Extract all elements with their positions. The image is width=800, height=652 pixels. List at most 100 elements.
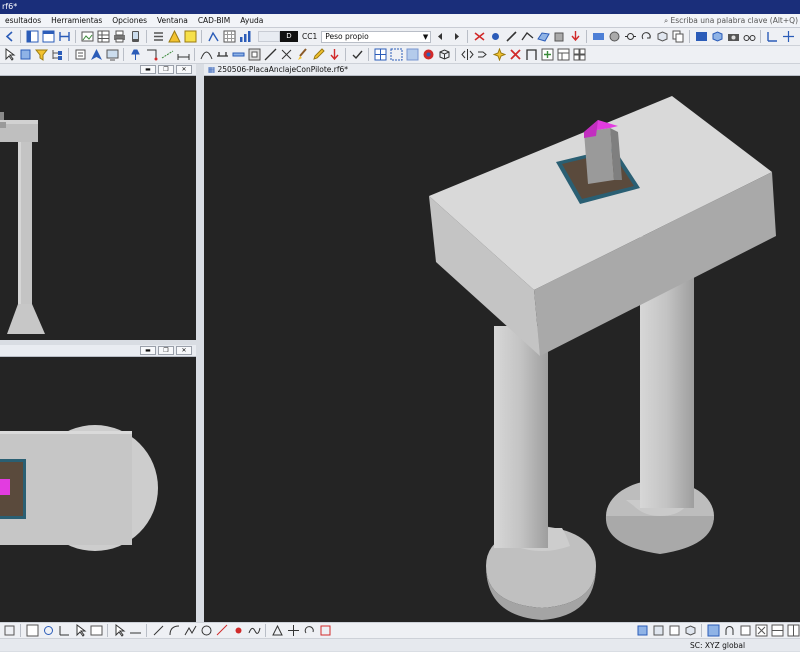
selection-box-icon[interactable] [389, 48, 403, 62]
printer-icon[interactable] [112, 30, 126, 44]
display-icon[interactable] [105, 48, 119, 62]
view-pane-top[interactable]: ▬ ❐ ✕ [0, 345, 196, 622]
beam-icon[interactable] [231, 48, 245, 62]
restore-button[interactable]: ❐ [158, 65, 174, 74]
merge-icon[interactable] [476, 48, 490, 62]
check-icon[interactable] [350, 48, 364, 62]
grid-toggle-icon[interactable] [706, 624, 720, 638]
explode-icon[interactable] [492, 48, 506, 62]
minimize-button[interactable]: ▬ [140, 346, 156, 355]
cursor-icon[interactable] [73, 624, 87, 638]
select-arrow-icon[interactable] [112, 624, 126, 638]
list-icon[interactable] [151, 30, 165, 44]
restore-button[interactable]: ❐ [158, 346, 174, 355]
close-button[interactable]: ✕ [176, 65, 192, 74]
solid-icon[interactable] [552, 30, 566, 44]
table-icon[interactable] [96, 30, 110, 44]
node-icon[interactable] [488, 30, 502, 44]
dimensions-icon[interactable] [176, 48, 190, 62]
down-arrow-icon[interactable] [327, 48, 341, 62]
menu-ventana[interactable]: Ventana [152, 14, 193, 28]
circle-icon[interactable] [199, 624, 213, 638]
render-icon[interactable] [694, 30, 708, 44]
calculate-icon[interactable] [206, 30, 220, 44]
view-triangle-icon[interactable] [270, 624, 284, 638]
viewport-front[interactable] [0, 76, 196, 340]
tree-icon[interactable] [50, 48, 64, 62]
viewport-3d[interactable] [204, 76, 800, 622]
window-tile-icon[interactable] [572, 48, 586, 62]
dimension-icon[interactable] [57, 30, 71, 44]
select-icon[interactable] [2, 48, 16, 62]
ortho-icon[interactable] [57, 624, 71, 638]
node-add-icon[interactable] [231, 624, 245, 638]
menu-opciones[interactable]: Opciones [107, 14, 152, 28]
arrows-icon[interactable] [781, 30, 795, 44]
menu-resultados[interactable]: esultados [0, 14, 46, 28]
curve-icon[interactable] [199, 48, 213, 62]
view-front-icon[interactable] [635, 624, 649, 638]
results-icon[interactable] [238, 30, 252, 44]
arrow-left-icon[interactable] [2, 30, 16, 44]
member-set-icon[interactable] [215, 48, 229, 62]
view-3d-icon[interactable] [655, 30, 669, 44]
image-icon[interactable] [80, 30, 94, 44]
previous-case-icon[interactable] [433, 30, 447, 44]
polyline-icon[interactable] [183, 624, 197, 638]
opening-icon[interactable] [247, 48, 261, 62]
mesh-icon[interactable] [373, 48, 387, 62]
mirror-icon[interactable] [460, 48, 474, 62]
menu-cad-bim[interactable]: CAD-BIM [193, 14, 235, 28]
view-iso-icon[interactable] [683, 624, 697, 638]
search-input[interactable]: ⌕ Escriba una palabra clave (Alt+Q) [664, 15, 798, 27]
cube-icon[interactable] [710, 30, 724, 44]
move-icon[interactable] [286, 624, 300, 638]
layout-icon[interactable] [556, 48, 570, 62]
viewport-top[interactable] [0, 357, 196, 622]
load-case-name-dropdown[interactable]: Peso propio ▼ [321, 30, 432, 43]
view-top-icon[interactable] [667, 624, 681, 638]
load-icon[interactable] [568, 30, 582, 44]
brush-icon[interactable] [295, 48, 309, 62]
add-icon[interactable] [540, 48, 554, 62]
surface-icon[interactable] [536, 30, 550, 44]
copy-icon[interactable] [671, 30, 685, 44]
device-icon[interactable] [128, 30, 142, 44]
menu-ayuda[interactable]: Ayuda [235, 14, 268, 28]
navigator-icon[interactable] [89, 48, 103, 62]
pane-splitter[interactable] [196, 64, 204, 622]
filter-icon[interactable] [34, 48, 48, 62]
material-icon[interactable] [607, 30, 621, 44]
camera-icon[interactable] [726, 30, 740, 44]
pencil-icon[interactable] [311, 48, 325, 62]
wireframe-icon[interactable] [437, 48, 451, 62]
guide-icon[interactable] [160, 48, 174, 62]
panel-left-icon[interactable] [25, 30, 39, 44]
diagonal-icon[interactable] [263, 48, 277, 62]
snap-grid-icon[interactable] [2, 624, 16, 638]
stiffener-icon[interactable] [279, 48, 293, 62]
pin-icon[interactable] [128, 48, 142, 62]
menu-herramientas[interactable]: Herramientas [46, 14, 107, 28]
snap-toggle-icon[interactable] [722, 624, 736, 638]
window-icon[interactable] [738, 624, 752, 638]
rotate-icon[interactable] [302, 624, 316, 638]
scale-icon[interactable] [318, 624, 332, 638]
split-icon[interactable] [786, 624, 800, 638]
section-icon[interactable] [591, 30, 605, 44]
view-pane-3d[interactable]: ▦ 250506-PlacaAnclajeConPilote.rf6* [204, 64, 800, 622]
layout-icon[interactable] [770, 624, 784, 638]
dimension-icon[interactable] [128, 624, 142, 638]
axis-icon[interactable] [765, 30, 779, 44]
line-icon[interactable] [151, 624, 165, 638]
minimize-button[interactable]: ▬ [140, 65, 156, 74]
grid-icon[interactable] [222, 30, 236, 44]
properties-icon[interactable] [73, 48, 87, 62]
load-case-selector[interactable]: D CC1 Peso propio ▼ [258, 30, 432, 44]
color-icon[interactable] [421, 48, 435, 62]
member-icon[interactable] [504, 30, 518, 44]
snap-icon[interactable] [144, 48, 158, 62]
warning-icon[interactable] [167, 30, 181, 44]
coordinate-system[interactable]: SC: XYZ global [690, 639, 745, 652]
view-pane-front[interactable]: ▬ ❐ ✕ [0, 64, 196, 340]
